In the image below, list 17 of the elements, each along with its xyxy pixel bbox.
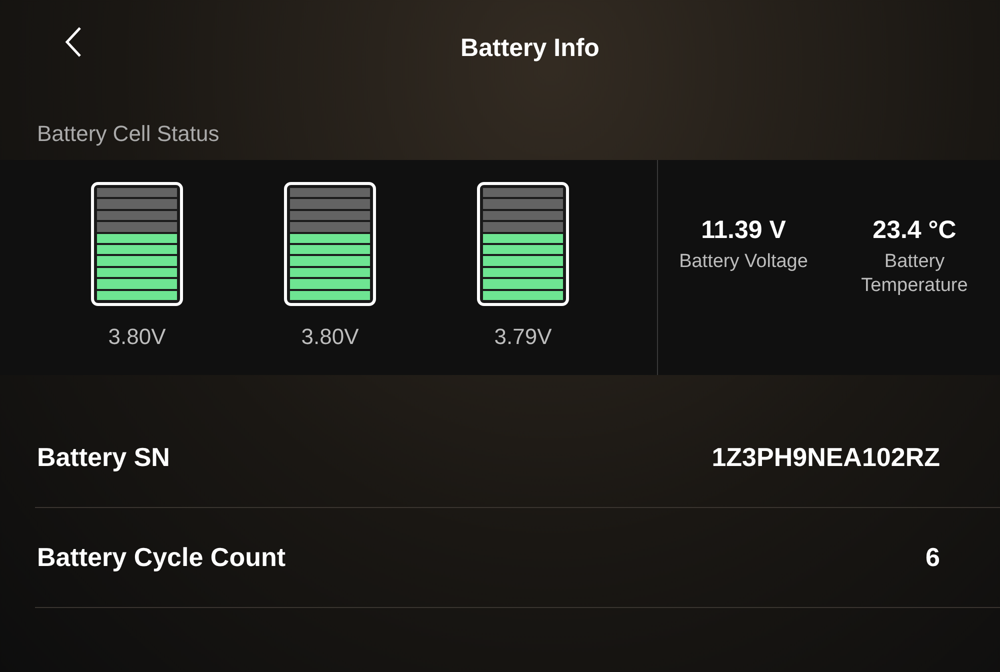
stat-value: 23.4 °C (872, 215, 956, 246)
cell-voltage: 3.80V (108, 323, 166, 351)
section-label: Battery Cell Status (37, 120, 220, 148)
cell-voltage: 3.80V (301, 323, 359, 351)
stat-label: Battery Voltage (679, 250, 808, 274)
stat-label: Battery Temperature (860, 250, 969, 298)
battery-cell-icon (91, 182, 183, 306)
battery-cell-icon (477, 182, 569, 306)
page-title: Battery Info (460, 33, 600, 64)
back-icon (64, 26, 82, 58)
row-label: Battery Cycle Count (37, 541, 286, 574)
battery-cell-icon (284, 182, 376, 306)
row-value: 1Z3PH9NEA102RZ (712, 441, 940, 474)
cell-voltage: 3.79V (494, 323, 552, 351)
row-label: Battery SN (37, 441, 170, 474)
row-value: 6 (926, 541, 940, 574)
stat-value: 11.39 V (701, 215, 786, 246)
